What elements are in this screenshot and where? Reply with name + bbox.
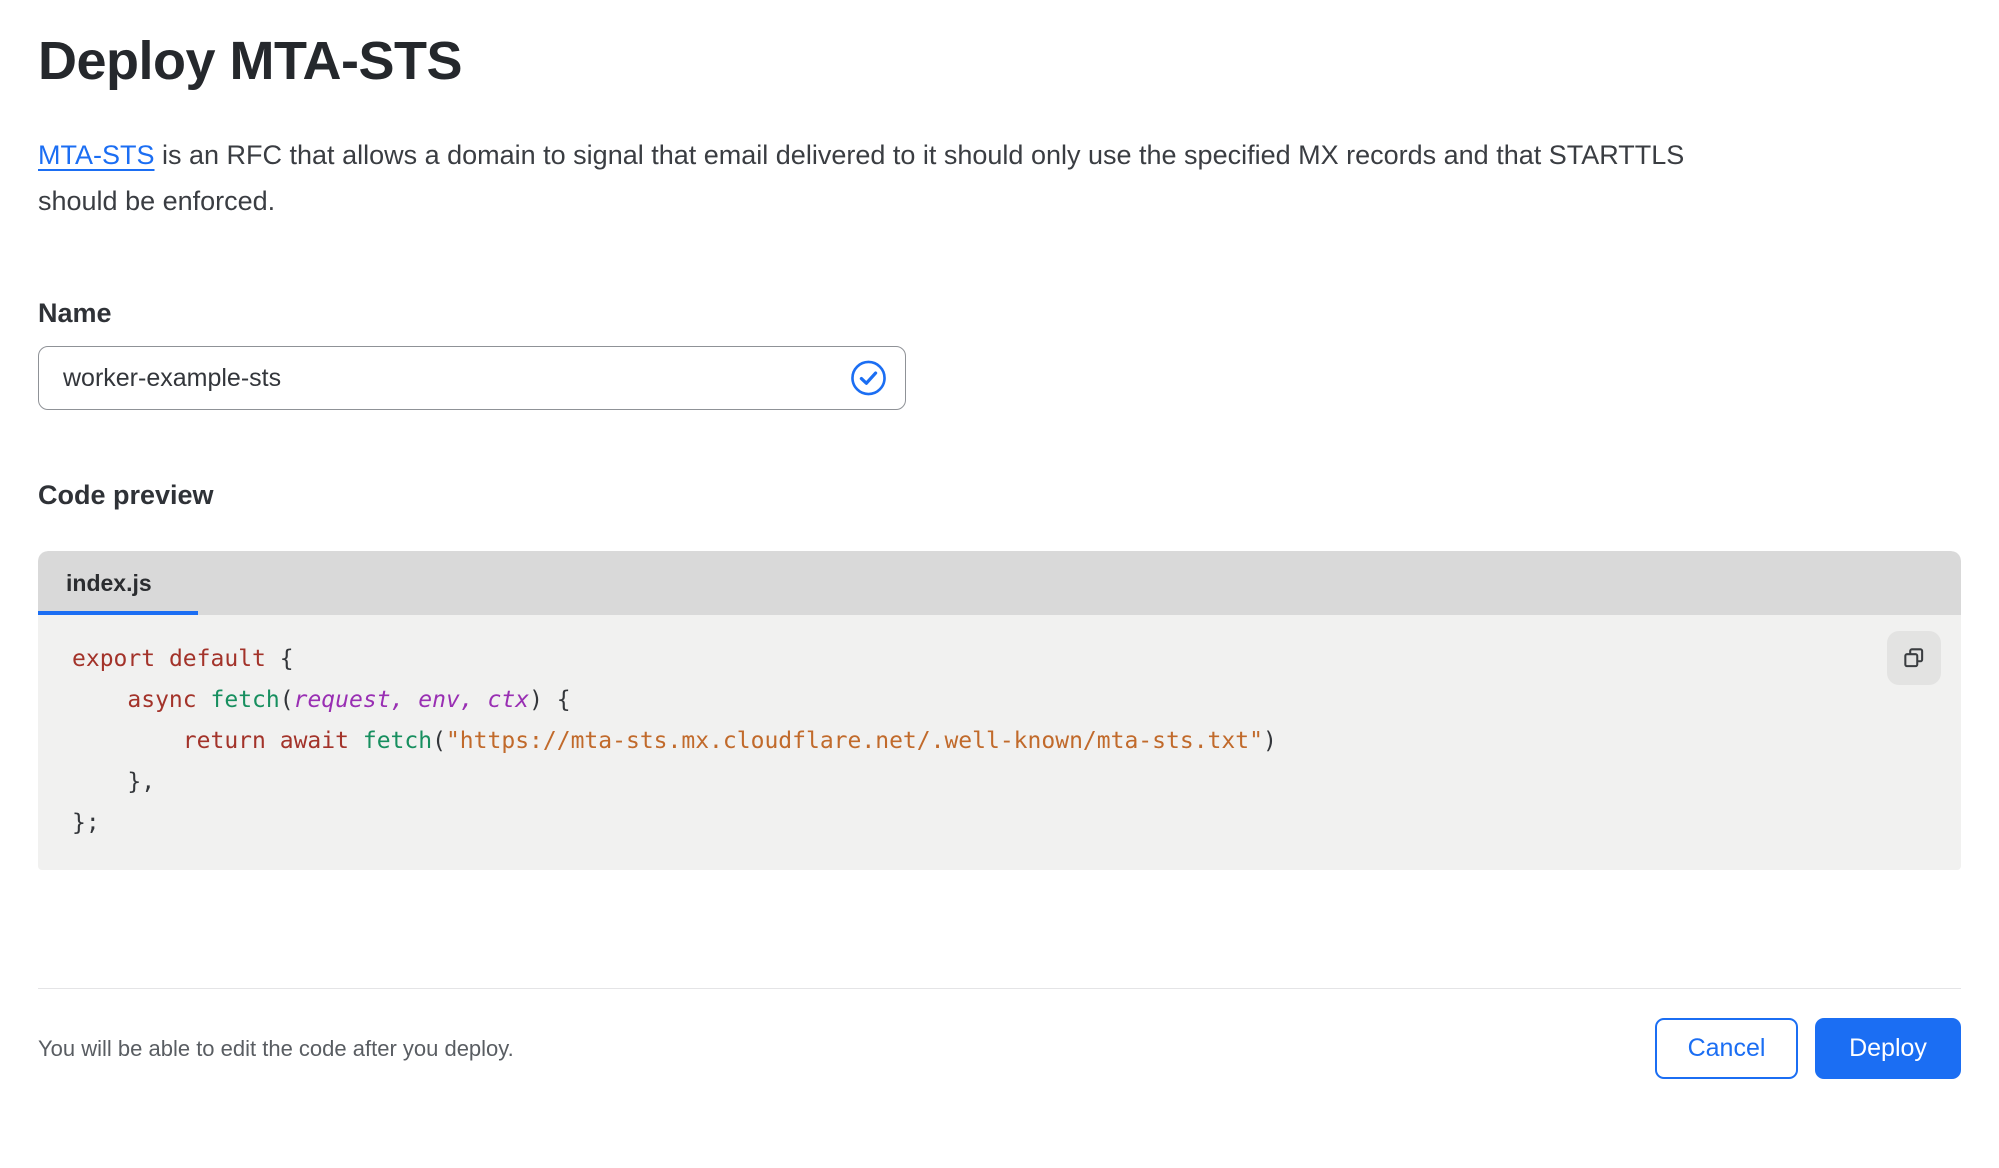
footer-note: You will be able to edit the code after …: [38, 1035, 514, 1061]
deploy-button[interactable]: Deploy: [1815, 1018, 1961, 1079]
code-line: return await fetch("https://mta-sts.mx.c…: [182, 728, 1277, 754]
tab-index-js[interactable]: index.js: [38, 551, 198, 615]
page-title: Deploy MTA-STS: [38, 31, 463, 91]
tab-label: index.js: [66, 569, 152, 596]
check-circle-icon: [851, 360, 886, 396]
code-preview-label: Code preview: [38, 480, 214, 510]
description-line1: is an RFC that allows a domain to signal…: [154, 140, 1685, 170]
code-line: async fetch(request, env, ctx) {: [127, 687, 571, 713]
name-label: Name: [38, 298, 112, 328]
code-block: export default { async fetch(request, en…: [72, 639, 1961, 844]
code-area: export default { async fetch(request, en…: [38, 615, 1961, 870]
cancel-button[interactable]: Cancel: [1655, 1018, 1798, 1079]
name-input[interactable]: [38, 346, 906, 410]
code-line: export default {: [72, 646, 294, 672]
copy-icon: [1904, 648, 1924, 668]
copy-button[interactable]: [1887, 631, 1941, 685]
mta-sts-link[interactable]: MTA-STS: [38, 140, 155, 170]
footer: You will be able to edit the code after …: [38, 1018, 1961, 1079]
footer-divider: [38, 988, 1961, 989]
description-line2: should be enforced.: [38, 186, 276, 216]
name-input-wrapper: [38, 346, 906, 410]
code-editor: index.js export default { async fetch(re…: [38, 551, 1961, 870]
code-line: };: [72, 810, 100, 836]
footer-actions: Cancel Deploy: [1655, 1018, 1961, 1079]
code-line: },: [72, 769, 156, 795]
description-text: MTA-STS is an RFC that allows a domain t…: [38, 132, 1961, 224]
editor-tab-bar: index.js: [38, 551, 1961, 615]
